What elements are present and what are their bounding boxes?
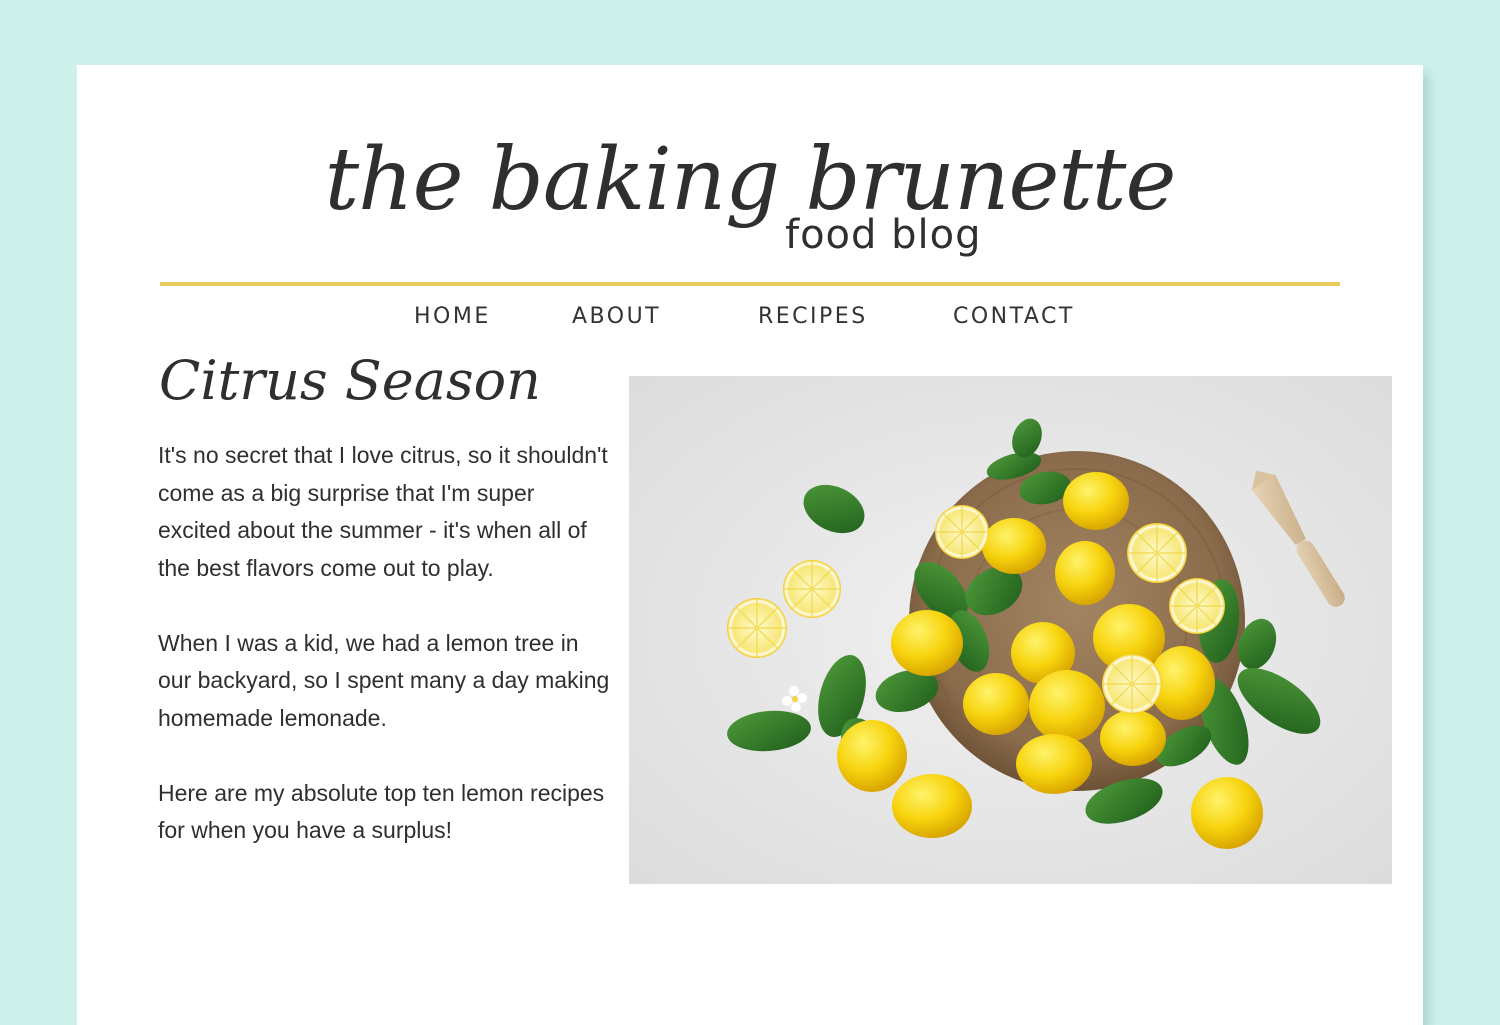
nav-contact-link[interactable]: CONTACT bbox=[953, 304, 1075, 329]
post-paragraph: Here are my absolute top ten lemon recip… bbox=[158, 779, 605, 844]
post-paragraph: When I was a kid, we had a lemon tree in… bbox=[158, 629, 610, 731]
post-paragraph: It's no secret that I love citrus, so it… bbox=[158, 442, 608, 581]
lemons-on-wooden-board-photo bbox=[629, 376, 1392, 884]
nav-home-link[interactable]: HOME bbox=[414, 304, 491, 329]
nav-about-link[interactable]: ABOUT bbox=[572, 304, 661, 329]
hero-image bbox=[629, 376, 1392, 884]
blog-logo-title[interactable]: the baking brunette bbox=[77, 137, 1423, 223]
post-body: It's no secret that I love citrus, so it… bbox=[158, 437, 613, 887]
blog-logo-subtitle: food blog bbox=[785, 212, 982, 258]
header-divider bbox=[160, 282, 1340, 286]
main-nav: HOME ABOUT RECIPES CONTACT bbox=[77, 304, 1423, 334]
nav-recipes-link[interactable]: RECIPES bbox=[758, 304, 868, 329]
blog-page: the baking brunette food blog HOME ABOUT… bbox=[77, 65, 1423, 1025]
post-title: Citrus Season bbox=[159, 349, 541, 412]
